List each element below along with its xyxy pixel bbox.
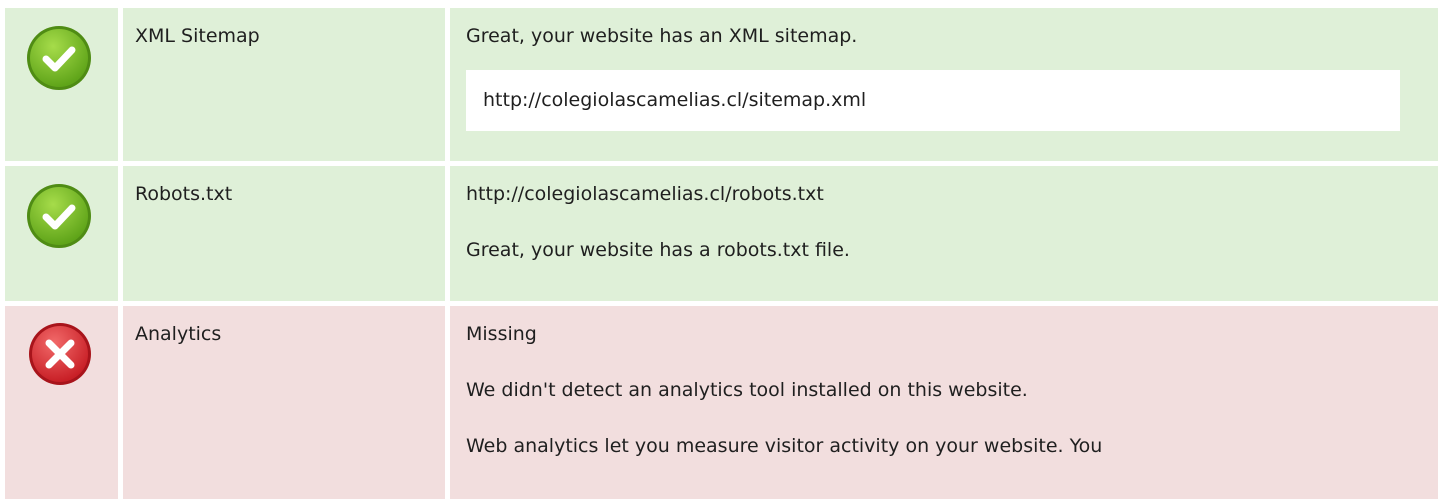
status-cell	[5, 8, 118, 161]
check-message: Great, your website has an XML sitemap.	[466, 25, 858, 47]
status-cell	[5, 166, 118, 301]
check-icon	[27, 26, 91, 90]
check-row-robots: Robots.txt http://colegiolascamelias.cl/…	[5, 166, 1443, 301]
check-icon	[27, 184, 91, 248]
check-row-xml-sitemap: XML Sitemap Great, your website has an X…	[5, 8, 1443, 161]
check-result: http://colegiolascamelias.cl/robots.txt …	[450, 166, 1438, 301]
check-name: XML Sitemap	[123, 8, 445, 161]
check-row-analytics: Analytics Missing We didn't detect an an…	[5, 306, 1443, 499]
robots-url[interactable]: http://colegiolascamelias.cl/robots.txt	[466, 180, 1438, 208]
seo-report-table: XML Sitemap Great, your website has an X…	[5, 8, 1443, 504]
check-result: Missing We didn't detect an analytics to…	[450, 306, 1438, 499]
check-name: Analytics	[123, 306, 445, 499]
cross-icon	[29, 323, 91, 385]
check-message: We didn't detect an analytics tool insta…	[466, 379, 1028, 401]
check-result: Great, your website has an XML sitemap. …	[450, 8, 1438, 161]
check-result-status: Missing	[466, 323, 537, 345]
check-detail: Web analytics let you measure visitor ac…	[466, 435, 1103, 457]
status-cell	[5, 306, 118, 499]
sitemap-url[interactable]: http://colegiolascamelias.cl/sitemap.xml	[483, 89, 866, 111]
check-message: Great, your website has a robots.txt fil…	[466, 239, 850, 261]
check-name: Robots.txt	[123, 166, 445, 301]
sitemap-url-box: http://colegiolascamelias.cl/sitemap.xml	[466, 70, 1400, 131]
